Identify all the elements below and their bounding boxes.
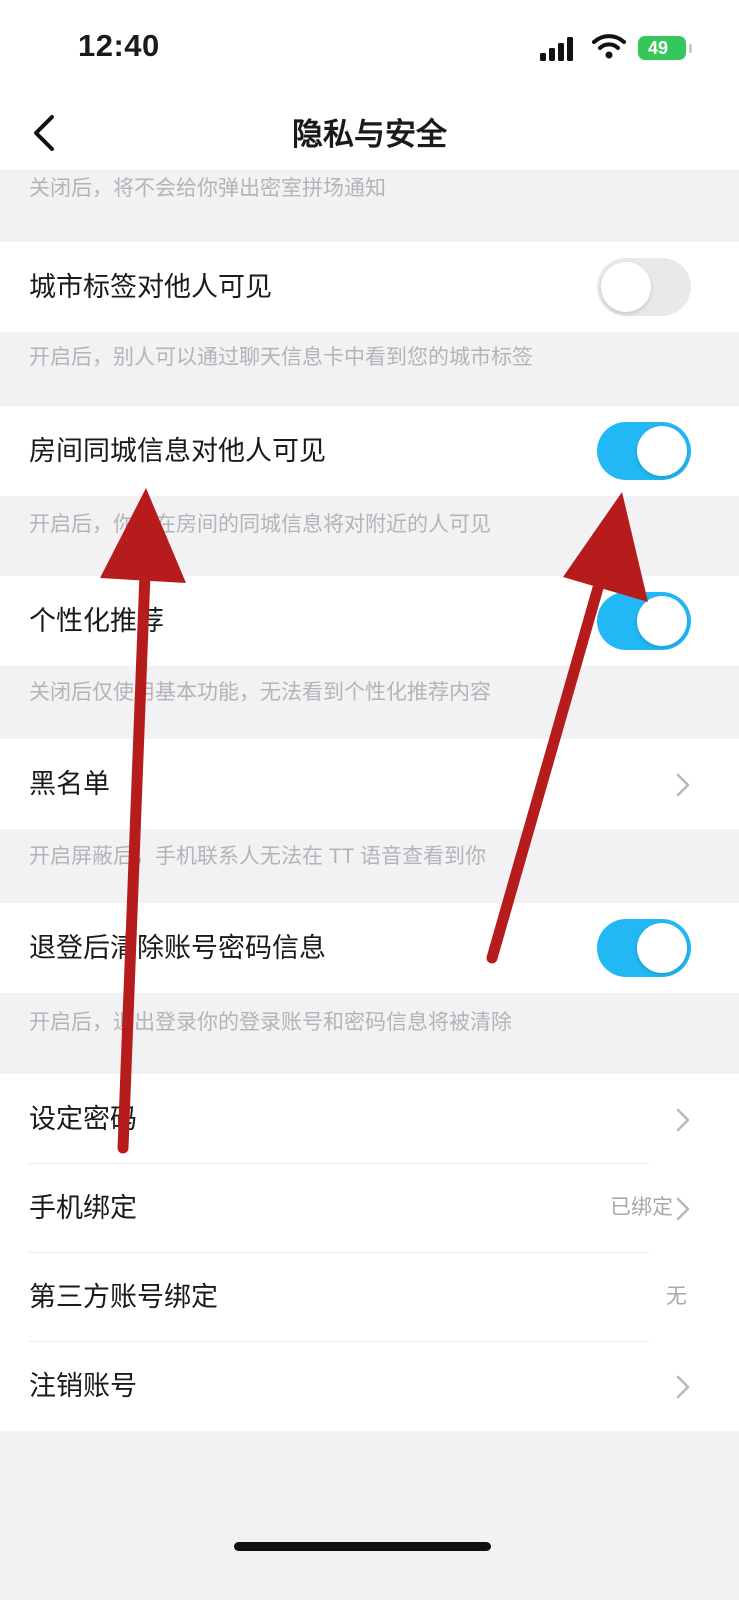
page-title: 隐私与安全: [292, 117, 447, 152]
battery-cap: [689, 44, 692, 53]
status-time: 12:40: [78, 28, 160, 63]
third-party-binding-status: 无: [666, 1285, 687, 1308]
setting-description: 开启后，你所在房间的同城信息将对附近的人可见: [29, 513, 491, 536]
setting-label: 个性化推荐: [29, 606, 164, 636]
setting-description: 关闭后仅使用基本功能，无法看到个性化推荐内容: [29, 681, 491, 704]
setting-clear-credentials[interactable]: 退登后清除账号密码信息: [0, 903, 739, 993]
account-deactivate[interactable]: 注销账号: [0, 1341, 739, 1431]
cellular-signal-icon: [540, 37, 573, 61]
toggle-knob: [637, 923, 687, 973]
setting-label: 城市标签对他人可见: [29, 272, 272, 302]
setting-label: 房间同城信息对他人可见: [29, 436, 326, 466]
setting-description: 开启后，别人可以通过聊天信息卡中看到您的城市标签: [29, 346, 533, 369]
setting-city-tag-visible[interactable]: 城市标签对他人可见: [0, 242, 739, 332]
account-third-party-binding[interactable]: 第三方账号绑定 无: [0, 1252, 739, 1342]
room-city-visible-toggle[interactable]: [597, 422, 691, 480]
toggle-knob: [601, 262, 651, 312]
account-label: 注销账号: [29, 1371, 137, 1401]
toggle-knob: [637, 426, 687, 476]
phone-binding-status: 已绑定: [610, 1196, 673, 1219]
notification-hint: 关闭后，将不会给你弹出密室拼场通知: [29, 177, 386, 200]
setting-description: 开启后，退出登录你的登录账号和密码信息将被清除: [29, 1011, 512, 1034]
chevron-right-icon: [676, 1197, 690, 1221]
chevron-right-icon: [676, 773, 690, 797]
account-phone-binding[interactable]: 手机绑定 已绑定: [0, 1163, 739, 1253]
setting-label: 退登后清除账号密码信息: [29, 933, 326, 963]
setting-room-city-visible[interactable]: 房间同城信息对他人可见: [0, 406, 739, 496]
account-set-password[interactable]: 设定密码: [0, 1074, 739, 1164]
home-indicator: [234, 1542, 491, 1551]
personalized-recommend-toggle[interactable]: [597, 592, 691, 650]
toggle-knob: [637, 596, 687, 646]
chevron-right-icon: [676, 1108, 690, 1132]
wifi-icon: [592, 34, 626, 59]
nav-bar: 隐私与安全: [0, 95, 739, 170]
city-tag-visible-toggle[interactable]: [597, 258, 691, 316]
setting-description: 开启屏蔽后，手机联系人无法在 TT 语音查看到你: [29, 845, 486, 868]
clear-credentials-toggle[interactable]: [597, 919, 691, 977]
battery-level: 49: [647, 38, 669, 58]
account-label: 第三方账号绑定: [29, 1282, 218, 1312]
setting-blacklist[interactable]: 黑名单: [0, 739, 739, 829]
status-bar: 12:40 49: [0, 0, 739, 95]
setting-label: 黑名单: [29, 769, 110, 799]
setting-personalized-recommend[interactable]: 个性化推荐: [0, 576, 739, 666]
chevron-right-icon: [676, 1375, 690, 1399]
account-label: 设定密码: [29, 1104, 137, 1134]
battery-icon: 49: [638, 36, 686, 60]
account-label: 手机绑定: [29, 1193, 137, 1223]
